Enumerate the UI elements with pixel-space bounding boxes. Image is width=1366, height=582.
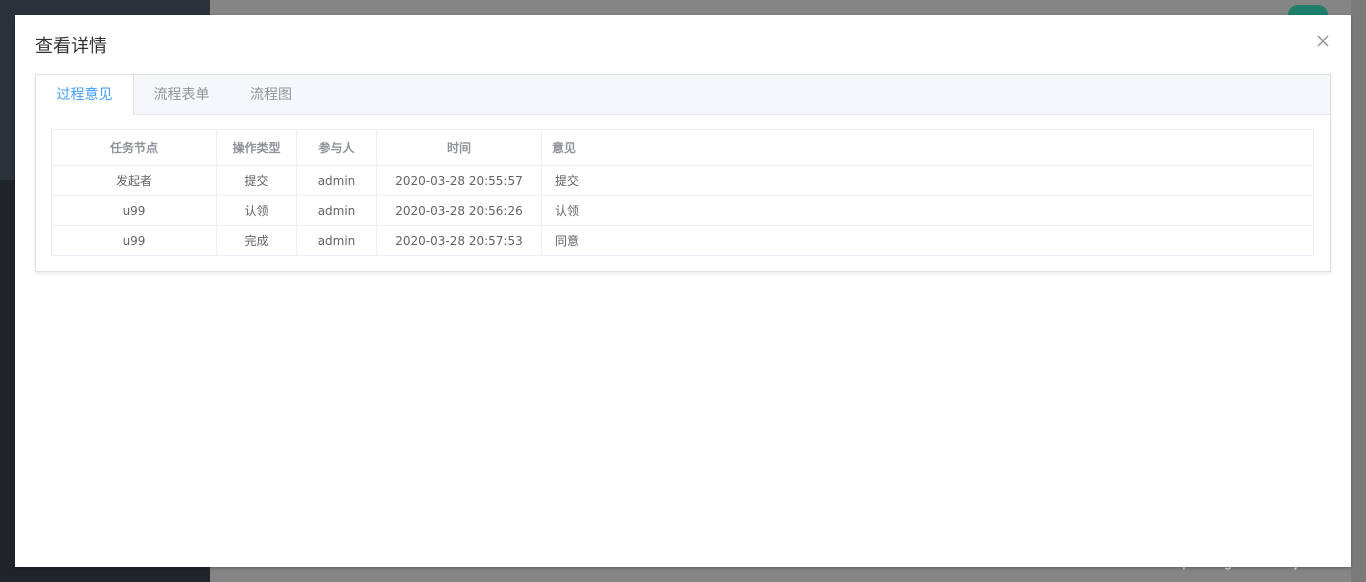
cell-task-node: u99 [51, 195, 217, 226]
dialog-header: 查看详情 [35, 33, 107, 61]
table-header-row: 任务节点 操作类型 参与人 时间 意见 [51, 129, 1314, 166]
cell-time: 2020-03-28 20:57:53 [376, 225, 542, 256]
cell-participant: admin [296, 195, 377, 226]
table-row: 发起者 提交 admin 2020-03-28 20:55:57 提交 [51, 165, 1314, 196]
cell-time: 2020-03-28 20:56:26 [376, 195, 542, 226]
column-header-task-node: 任务节点 [51, 129, 217, 166]
table-row: u99 认领 admin 2020-03-28 20:56:26 认领 [51, 195, 1314, 226]
opinion-table: 任务节点 操作类型 参与人 时间 意见 发起者 提交 admin 2020-03… [51, 129, 1314, 256]
column-header-opinion: 意见 [541, 129, 1314, 166]
cell-operation-type: 认领 [216, 195, 297, 226]
cell-operation-type: 完成 [216, 225, 297, 256]
tabs-header: 过程意见 流程表单 流程图 [36, 75, 1330, 115]
details-dialog: 查看详情 过程意见 流程表单 流程图 任务节点 操作类型 参与人 时间 意见 发… [15, 15, 1351, 567]
cell-opinion: 提交 [541, 165, 1314, 196]
cell-task-node: 发起者 [51, 165, 217, 196]
table-row: u99 完成 admin 2020-03-28 20:57:53 同意 [51, 225, 1314, 256]
cell-opinion: 同意 [541, 225, 1314, 256]
close-icon [1317, 35, 1329, 47]
cell-opinion: 认领 [541, 195, 1314, 226]
column-header-participant: 参与人 [296, 129, 377, 166]
page-scroll-area [1351, 0, 1366, 582]
dialog-title: 查看详情 [35, 36, 107, 57]
column-header-time: 时间 [376, 129, 542, 166]
tab-process-opinion[interactable]: 过程意见 [36, 75, 134, 115]
tab-process-form[interactable]: 流程表单 [133, 75, 230, 115]
cell-time: 2020-03-28 20:55:57 [376, 165, 542, 196]
tab-flow-chart[interactable]: 流程图 [230, 75, 312, 115]
watermark-text: https://blog.csdn.net/zjm16 [1168, 555, 1323, 570]
cell-operation-type: 提交 [216, 165, 297, 196]
dialog-close-button[interactable] [1315, 33, 1331, 49]
cell-participant: admin [296, 225, 377, 256]
tabs-card: 过程意见 流程表单 流程图 任务节点 操作类型 参与人 时间 意见 发起者 提交… [35, 74, 1331, 272]
column-header-operation-type: 操作类型 [216, 129, 297, 166]
cell-task-node: u99 [51, 225, 217, 256]
cell-participant: admin [296, 165, 377, 196]
